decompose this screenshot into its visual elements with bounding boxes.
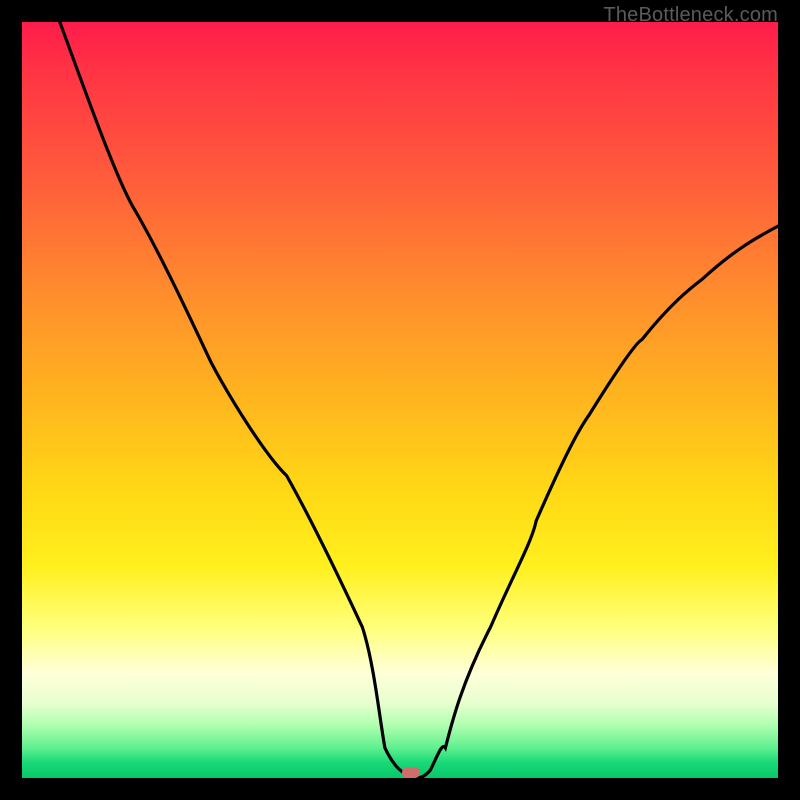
watermark-text: TheBottleneck.com — [603, 4, 778, 27]
chart-frame — [0, 0, 800, 800]
